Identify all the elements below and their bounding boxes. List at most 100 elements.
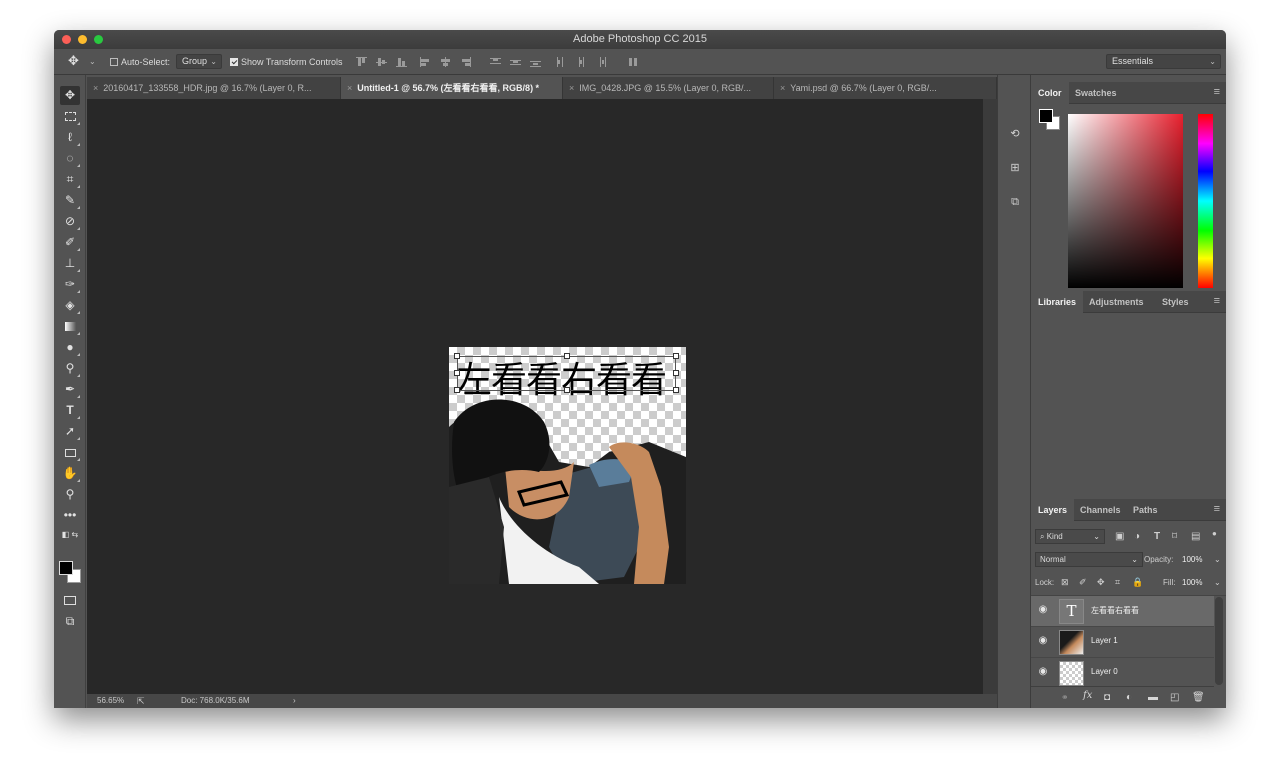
zoom-level[interactable]: 56.65% [97, 694, 124, 708]
align-top-icon[interactable] [356, 57, 367, 67]
close-icon[interactable]: × [569, 83, 574, 93]
quick-select-tool[interactable]: ◌ [60, 149, 80, 168]
auto-align-layers-icon[interactable] [628, 57, 639, 67]
lasso-tool[interactable]: ℓ [60, 128, 80, 147]
align-left-icon[interactable] [420, 57, 431, 67]
tab-styles[interactable]: Styles [1155, 291, 1196, 313]
shape-tool[interactable] [60, 443, 80, 462]
add-mask-icon[interactable]: ◘ [1104, 692, 1110, 703]
tab-channels[interactable]: Channels [1073, 499, 1128, 521]
transform-handle-t[interactable] [564, 353, 570, 359]
chevron-down-icon[interactable]: ⌄ [1214, 552, 1221, 567]
fx-icon[interactable]: fx [1083, 690, 1092, 701]
clone-source-panel-icon[interactable]: ⧉ [1006, 193, 1024, 211]
chevron-down-icon[interactable]: ⌄ [89, 55, 96, 69]
align-bottom-icon[interactable] [396, 57, 407, 67]
brush-tool[interactable]: ✐ [60, 233, 80, 252]
distribute-right-icon[interactable] [596, 57, 607, 67]
filter-toggle-icon[interactable]: ● [1212, 526, 1217, 541]
auto-select-mode-dropdown[interactable]: Group ⌄ [176, 54, 222, 69]
filter-pixel-icon[interactable]: ▣ [1115, 529, 1124, 544]
share-icon[interactable]: ⇱ [137, 694, 145, 708]
blur-tool[interactable]: ● [60, 338, 80, 357]
align-right-icon[interactable] [460, 57, 471, 67]
panel-menu-icon[interactable]: ≡ [1214, 86, 1220, 98]
screen-mode-button[interactable]: ⧉ [60, 612, 80, 631]
distribute-hcenter-icon[interactable] [576, 57, 587, 67]
color-picker-field[interactable] [1068, 114, 1183, 288]
eraser-tool[interactable]: ◈ [60, 296, 80, 315]
tab-document-4[interactable]: × Yami.psd @ 66.7% (Layer 0, RGB/... [774, 77, 997, 99]
opacity-value[interactable]: 100% [1182, 552, 1202, 567]
new-group-icon[interactable]: ▬ [1148, 692, 1158, 703]
close-window-button[interactable] [62, 35, 71, 44]
eye-icon[interactable]: ◉ [1037, 604, 1049, 616]
filter-smart-object-icon[interactable]: ▤ [1191, 529, 1200, 544]
tab-libraries[interactable]: Libraries [1031, 291, 1084, 313]
panel-foreground-swatch[interactable] [1039, 109, 1053, 123]
panel-menu-icon[interactable]: ≡ [1214, 503, 1220, 515]
distribute-top-icon[interactable] [490, 57, 501, 67]
hue-slider[interactable] [1198, 114, 1213, 288]
tab-swatches[interactable]: Swatches [1068, 82, 1124, 104]
hand-tool[interactable]: ✋ [60, 464, 80, 483]
tab-document-1[interactable]: × 20160417_133558_HDR.jpg @ 16.7% (Layer … [87, 77, 341, 99]
distribute-bottom-icon[interactable] [530, 57, 541, 67]
tab-adjustments[interactable]: Adjustments [1082, 291, 1151, 313]
zoom-tool[interactable]: ⚲ [60, 485, 80, 504]
more-tools[interactable]: ••• [60, 506, 80, 525]
layer-row[interactable]: ◉ T 左看看右看看 [1031, 596, 1214, 627]
close-icon[interactable]: × [780, 83, 785, 93]
show-transform-checkbox[interactable]: Show Transform Controls [230, 55, 343, 69]
canvas-area[interactable]: 左看看右看看 [87, 99, 983, 694]
eye-icon[interactable]: ◉ [1037, 635, 1049, 647]
layer-name[interactable]: Layer 0 [1091, 667, 1118, 676]
align-vcenter-icon[interactable] [376, 57, 387, 67]
path-select-tool[interactable]: ➚ [60, 422, 80, 441]
layers-scrollbar[interactable] [1215, 597, 1223, 685]
new-layer-icon[interactable]: ◰ [1170, 692, 1179, 703]
dodge-tool[interactable]: ⚲ [60, 359, 80, 378]
panel-menu-icon[interactable]: ≡ [1214, 295, 1220, 307]
status-menu-arrow-icon[interactable]: › [293, 694, 296, 708]
transform-handle-tr[interactable] [673, 353, 679, 359]
transform-bounding-box[interactable] [454, 353, 679, 393]
history-panel-icon[interactable]: ⟲ [1006, 125, 1024, 143]
transform-handle-bl[interactable] [454, 387, 460, 393]
tab-layers[interactable]: Layers [1031, 499, 1075, 521]
adjustment-layer-icon[interactable]: ◐ [1126, 692, 1132, 703]
gradient-tool[interactable] [60, 317, 80, 336]
minimize-window-button[interactable] [78, 35, 87, 44]
maximize-window-button[interactable] [94, 35, 103, 44]
document-canvas[interactable]: 左看看右看看 [449, 347, 686, 584]
lock-artboard-icon[interactable]: ⌗ [1115, 575, 1120, 590]
filter-adjustment-icon[interactable]: ◑ [1134, 529, 1140, 544]
default-colors-button[interactable]: ◧ ⇆ [60, 529, 80, 541]
pen-tool[interactable]: ✒ [60, 380, 80, 399]
layer-name[interactable]: Layer 1 [1091, 636, 1118, 645]
transform-handle-r[interactable] [673, 370, 679, 376]
properties-panel-icon[interactable]: ⊞ [1006, 159, 1024, 177]
chevron-down-icon[interactable]: ⌄ [1214, 575, 1221, 590]
transform-handle-tl[interactable] [454, 353, 460, 359]
quick-mask-button[interactable] [60, 591, 80, 610]
lock-all-icon[interactable]: 🔒 [1132, 575, 1143, 590]
move-tool[interactable]: ✥ [60, 86, 80, 105]
auto-select-checkbox[interactable]: Auto-Select: [110, 55, 170, 69]
lock-position-icon[interactable]: ✥ [1097, 575, 1105, 590]
filter-type-icon[interactable]: T [1154, 529, 1160, 544]
eyedropper-tool[interactable]: ✎ [60, 191, 80, 210]
close-icon[interactable]: × [347, 83, 352, 93]
healing-brush-tool[interactable]: ⊘ [60, 212, 80, 231]
filter-shape-icon[interactable]: ⌑ [1172, 529, 1177, 544]
layer-name[interactable]: 左看看右看看 [1091, 605, 1139, 616]
distribute-left-icon[interactable] [556, 57, 567, 67]
distribute-vcenter-icon[interactable] [510, 57, 521, 67]
tab-document-3[interactable]: × IMG_0428.JPG @ 15.5% (Layer 0, RGB/... [563, 77, 774, 99]
crop-tool[interactable]: ⌗ [60, 170, 80, 189]
blend-mode-dropdown[interactable]: Normal ⌄ [1035, 552, 1143, 567]
transform-handle-br[interactable] [673, 387, 679, 393]
align-hcenter-icon[interactable] [440, 57, 451, 67]
canvas-vertical-scrollbar[interactable] [983, 99, 997, 694]
tab-color[interactable]: Color [1031, 82, 1069, 104]
